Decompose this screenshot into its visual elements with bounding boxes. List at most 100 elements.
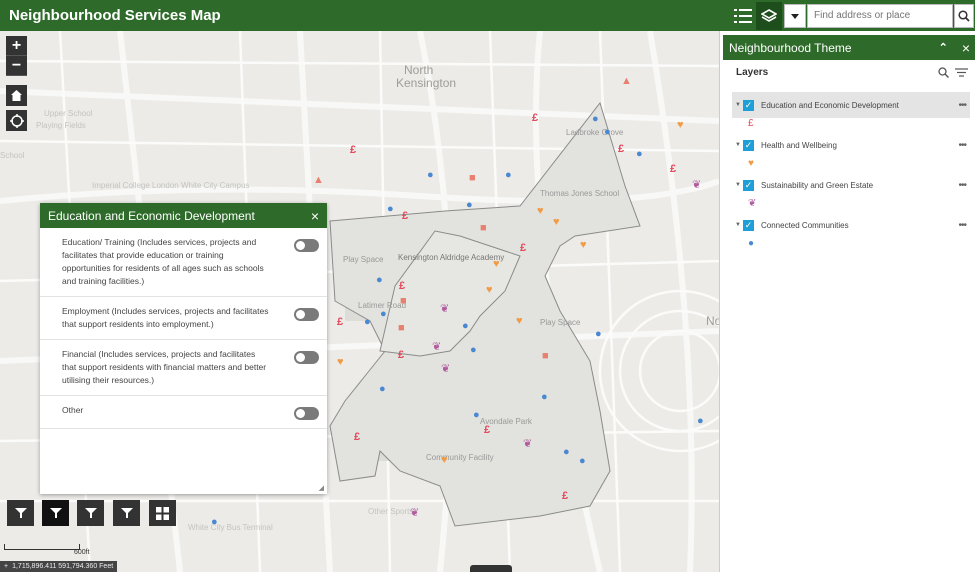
marker-financial[interactable]: £ xyxy=(532,113,538,124)
marker-financial[interactable]: £ xyxy=(618,144,624,155)
marker-sustainability[interactable]: ❦ xyxy=(692,180,701,191)
marker-financial[interactable]: £ xyxy=(398,350,404,361)
marker-education[interactable]: ▲ xyxy=(313,175,324,186)
filter-label-employment: Employment (Includes services, projects … xyxy=(62,306,269,329)
toggle-education-training[interactable] xyxy=(294,239,319,252)
marker-community[interactable]: ● xyxy=(466,200,473,211)
marker-financial[interactable]: £ xyxy=(670,164,676,175)
toggle-employment[interactable] xyxy=(294,308,319,321)
marker-sustainability[interactable]: ❦ xyxy=(432,342,441,353)
more-options-icon[interactable]: ••• xyxy=(958,100,970,111)
toggle-financial[interactable] xyxy=(294,351,319,364)
marker-community[interactable]: ● xyxy=(473,410,480,421)
marker-financial[interactable]: £ xyxy=(399,281,405,292)
home-button[interactable] xyxy=(6,85,27,106)
filter-icon xyxy=(14,508,27,518)
layer-checkbox-health[interactable]: ✓ xyxy=(743,139,754,151)
popup-close-button[interactable]: × xyxy=(311,208,319,224)
marker-community[interactable]: ● xyxy=(636,149,643,160)
locate-button[interactable] xyxy=(6,110,27,131)
marker-community[interactable]: ● xyxy=(364,317,371,328)
marker-sustainability[interactable]: ❦ xyxy=(523,439,532,450)
filter-button-2[interactable] xyxy=(42,500,69,526)
map-label-campus: Imperial College London White City Campu… xyxy=(92,181,250,190)
marker-community[interactable]: ● xyxy=(604,127,611,138)
marker-financial[interactable]: £ xyxy=(350,145,356,156)
chevron-down-icon[interactable]: ▼ xyxy=(735,142,743,148)
panel-collapse-button[interactable]: ⌃ xyxy=(939,41,948,54)
marker-community[interactable]: ● xyxy=(462,321,469,332)
list-button[interactable] xyxy=(730,2,756,30)
marker-community[interactable]: ● xyxy=(211,517,218,528)
search-dropdown-button[interactable] xyxy=(784,3,806,28)
filter-list-icon[interactable] xyxy=(955,67,968,78)
marker-sustainability[interactable]: ❦ xyxy=(441,364,450,375)
filter-button-4[interactable] xyxy=(113,500,140,526)
marker-education[interactable]: ■ xyxy=(469,173,476,184)
marker-financial[interactable]: £ xyxy=(562,491,568,502)
marker-education[interactable]: ▲ xyxy=(621,76,632,87)
panel-close-button[interactable]: × xyxy=(962,40,970,56)
marker-community[interactable]: ● xyxy=(376,275,383,286)
layer-checkbox-connected[interactable]: ✓ xyxy=(743,219,754,231)
search-button[interactable] xyxy=(954,3,974,28)
layer-checkbox-sustainability[interactable]: ✓ xyxy=(743,179,754,191)
marker-education[interactable]: ■ xyxy=(398,323,405,334)
marker-health[interactable]: ♥ xyxy=(537,206,544,217)
more-options-icon[interactable]: ••• xyxy=(958,140,970,151)
marker-education[interactable]: ■ xyxy=(400,296,407,307)
search-icon[interactable] xyxy=(938,67,949,78)
marker-health[interactable]: ♥ xyxy=(580,240,587,251)
marker-health[interactable]: ♥ xyxy=(677,120,684,131)
marker-community[interactable]: ● xyxy=(427,170,434,181)
chevron-down-icon[interactable]: ▼ xyxy=(735,102,743,108)
marker-health[interactable]: ♥ xyxy=(441,455,448,466)
chevron-down-icon[interactable]: ▼ xyxy=(735,182,743,188)
marker-financial[interactable]: £ xyxy=(402,211,408,222)
marker-community[interactable]: ● xyxy=(697,416,704,427)
marker-community[interactable]: ● xyxy=(387,204,394,215)
marker-community[interactable]: ● xyxy=(470,345,477,356)
marker-sustainability[interactable]: ❦ xyxy=(440,304,449,315)
marker-community[interactable]: ● xyxy=(595,329,602,340)
zoom-in-button[interactable]: + xyxy=(6,36,27,56)
marker-health[interactable]: ♥ xyxy=(486,285,493,296)
marker-community[interactable]: ● xyxy=(541,392,548,403)
marker-sustainability[interactable]: ❦ xyxy=(410,508,419,519)
marker-education[interactable]: ■ xyxy=(542,351,549,362)
marker-financial[interactable]: £ xyxy=(337,317,343,328)
layer-item-education[interactable]: ▼ ✓ Education and Economic Development •… xyxy=(732,92,970,132)
layers-icon xyxy=(761,8,777,22)
marker-financial[interactable]: £ xyxy=(484,425,490,436)
layers-button[interactable] xyxy=(756,1,782,30)
resize-handle[interactable]: ◢ xyxy=(319,484,324,492)
marker-health[interactable]: ♥ xyxy=(493,259,500,270)
marker-community[interactable]: ● xyxy=(379,384,386,395)
marker-health[interactable]: ♥ xyxy=(337,357,344,368)
layer-item-health[interactable]: ▼ ✓ Health and Wellbeing ••• ♥ xyxy=(732,132,970,172)
marker-education[interactable]: ■ xyxy=(480,223,487,234)
marker-community[interactable]: ● xyxy=(505,170,512,181)
attribute-table-toggle[interactable] xyxy=(470,565,512,572)
filter-button-3[interactable] xyxy=(77,500,104,526)
marker-community[interactable]: ● xyxy=(579,456,586,467)
marker-community[interactable]: ● xyxy=(592,114,599,125)
marker-health[interactable]: ♥ xyxy=(553,217,560,228)
toggle-other[interactable] xyxy=(294,407,319,420)
marker-health[interactable]: ♥ xyxy=(516,316,523,327)
chevron-down-icon[interactable]: ▼ xyxy=(735,222,743,228)
filter-button-1[interactable] xyxy=(7,500,34,526)
grid-view-button[interactable] xyxy=(149,500,176,526)
layer-item-sustainability[interactable]: ▼ ✓ Sustainability and Green Estate ••• … xyxy=(732,172,970,212)
marker-community[interactable]: ● xyxy=(380,309,387,320)
search-input[interactable] xyxy=(807,3,953,28)
marker-financial[interactable]: £ xyxy=(520,243,526,254)
layer-item-connected[interactable]: ▼ ✓ Connected Communities ••• ● xyxy=(732,212,970,252)
more-options-icon[interactable]: ••• xyxy=(958,180,970,191)
layer-checkbox-education[interactable]: ✓ xyxy=(743,99,754,111)
marker-community[interactable]: ● xyxy=(563,447,570,458)
marker-financial[interactable]: £ xyxy=(354,432,360,443)
more-options-icon[interactable]: ••• xyxy=(958,220,970,231)
zoom-out-button[interactable]: − xyxy=(6,56,27,76)
coords-toggle-icon[interactable]: + xyxy=(4,563,8,570)
